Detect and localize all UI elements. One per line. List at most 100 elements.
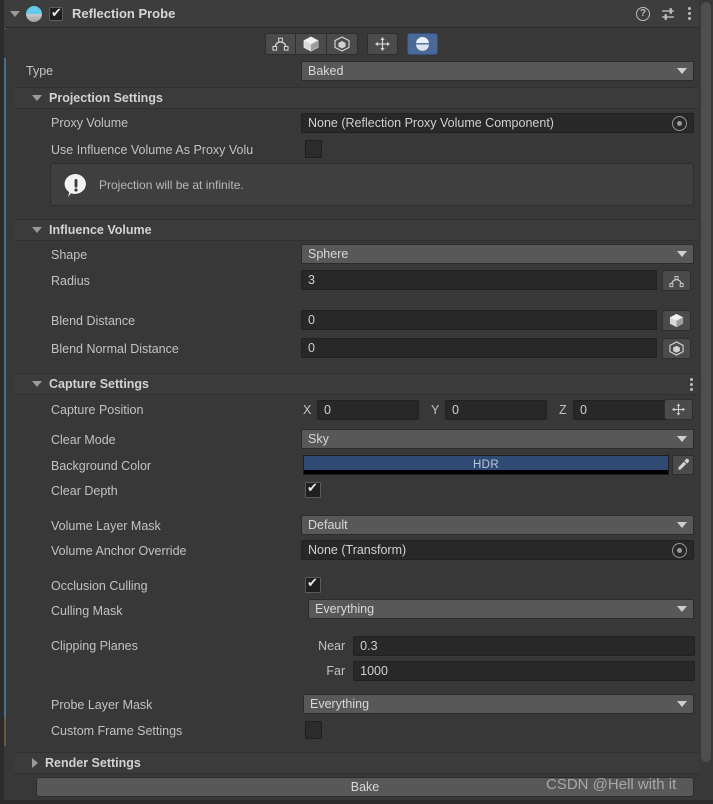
- proxy-volume-object-field[interactable]: None (Reflection Proxy Volume Component): [301, 113, 694, 133]
- blend-distance-gizmo-button-2[interactable]: [662, 310, 691, 331]
- shape-dropdown[interactable]: Sphere: [301, 244, 694, 264]
- capture-position-gizmo-button-2[interactable]: [664, 399, 693, 420]
- component-header[interactable]: Reflection Probe ?: [4, 0, 699, 28]
- influence-volume-title: Influence Volume: [49, 223, 152, 237]
- axis-z-label: Z: [559, 403, 567, 417]
- clear-mode-label: Clear Mode: [51, 433, 116, 447]
- blend-normal-distance-gizmo-button-2[interactable]: [662, 338, 691, 359]
- chevron-down-icon: [677, 251, 687, 257]
- probe-layer-mask-dropdown[interactable]: Everything: [303, 694, 694, 714]
- radius-value: 3: [308, 273, 315, 287]
- shape-dropdown-value: Sphere: [308, 247, 349, 261]
- axis-x-label: X: [303, 403, 312, 417]
- shape-label: Shape: [51, 248, 88, 262]
- gizmo-button-group: [265, 32, 358, 55]
- volume-layer-mask-dropdown[interactable]: Default: [301, 515, 694, 535]
- capture-position-label: Capture Position: [51, 403, 144, 417]
- occlusion-culling-checkbox[interactable]: [305, 575, 321, 593]
- blend-normal-distance-input[interactable]: 0: [301, 338, 657, 358]
- clipping-plane-near-group: Near 0.3: [300, 635, 695, 657]
- scrollbar-track[interactable]: [699, 0, 713, 804]
- capture-position-x-input[interactable]: 0: [317, 400, 419, 420]
- blend-distance-input[interactable]: 0: [301, 310, 657, 330]
- use-influence-as-proxy-checkbox[interactable]: [305, 140, 322, 158]
- info-exclamation-icon: [63, 172, 89, 198]
- volume-layer-mask-label: Volume Layer Mask: [51, 519, 161, 533]
- section-header-capture-settings[interactable]: Capture Settings: [14, 373, 699, 395]
- far-label: Far: [326, 664, 346, 678]
- object-picker-icon[interactable]: [672, 115, 687, 131]
- reflection-probe-inspector: Reflection Probe ?: [0, 0, 713, 804]
- header-icon-group: ?: [636, 6, 699, 21]
- clear-mode-value: Sky: [308, 432, 329, 446]
- clear-mode-dropdown[interactable]: Sky: [301, 429, 694, 449]
- clipping-far-value: 1000: [360, 664, 388, 678]
- blend-normal-distance-gizmo-button[interactable]: [327, 32, 358, 55]
- object-picker-icon-2[interactable]: [672, 542, 687, 558]
- capture-settings-title: Capture Settings: [49, 377, 150, 391]
- chevron-down-icon: [677, 701, 687, 707]
- capture-position-gizmo-button[interactable]: [367, 32, 398, 55]
- volume-anchor-override-label: Volume Anchor Override: [51, 544, 187, 558]
- blend-normal-distance-label: Blend Normal Distance: [51, 342, 179, 356]
- volume-anchor-override-object-field[interactable]: None (Transform): [301, 540, 694, 560]
- bake-button-label: Bake: [350, 780, 380, 794]
- occlusion-culling-label: Occlusion Culling: [51, 579, 148, 593]
- background-color-swatch[interactable]: HDR: [303, 455, 669, 475]
- capture-position-z-value: 0: [580, 403, 587, 417]
- type-dropdown-value: Baked: [308, 64, 344, 78]
- section-header-influence-volume[interactable]: Influence Volume: [14, 219, 699, 241]
- chevron-down-icon: [677, 606, 687, 612]
- chevron-down-icon[interactable]: [32, 95, 42, 101]
- projection-settings-title: Projection Settings: [49, 91, 163, 105]
- type-dropdown[interactable]: Baked: [301, 61, 694, 81]
- culling-mask-label: Culling Mask: [51, 604, 123, 618]
- capture-position-y-input[interactable]: 0: [445, 400, 547, 420]
- capture-position-x-value: 0: [324, 403, 331, 417]
- capture-position-y-value: 0: [452, 403, 459, 417]
- collapse-triangle-icon[interactable]: [10, 10, 20, 17]
- capture-position-z-input[interactable]: 0: [573, 400, 675, 420]
- capture-settings-menu-icon[interactable]: [689, 377, 693, 391]
- section-header-projection-settings[interactable]: Projection Settings: [14, 87, 699, 109]
- scrollbar-thumb[interactable]: [701, 2, 711, 762]
- near-label: Near: [318, 639, 346, 653]
- mirror-gizmo-button[interactable]: [407, 32, 438, 55]
- clipping-near-input[interactable]: 0.3: [353, 636, 695, 656]
- influence-volume-gizmo-button[interactable]: [265, 32, 296, 55]
- component-enabled-checkbox[interactable]: [49, 5, 63, 21]
- custom-frame-settings-checkbox[interactable]: [305, 721, 322, 739]
- help-icon[interactable]: ?: [636, 6, 650, 21]
- render-settings-accent-bar: [4, 718, 6, 746]
- more-menu-icon[interactable]: [687, 7, 691, 21]
- chevron-down-icon: [677, 68, 687, 74]
- radius-input[interactable]: 3: [301, 270, 657, 290]
- radius-label: Radius: [51, 274, 90, 288]
- blend-distance-gizmo-button[interactable]: [296, 32, 327, 55]
- clipping-near-value: 0.3: [360, 639, 378, 653]
- chevron-right-icon[interactable]: [32, 758, 38, 768]
- culling-mask-dropdown[interactable]: Everything: [308, 599, 694, 619]
- capture-position-vector3: X 0 Y 0 Z 0: [303, 399, 695, 421]
- custom-frame-settings-label: Custom Frame Settings: [51, 724, 183, 738]
- chevron-down-icon[interactable]: [32, 381, 42, 387]
- clear-depth-label: Clear Depth: [51, 484, 118, 498]
- volume-layer-mask-value: Default: [308, 518, 348, 532]
- probe-layer-mask-value: Everything: [310, 697, 370, 711]
- preset-icon[interactable]: [661, 7, 676, 21]
- section-header-render-settings[interactable]: Render Settings: [14, 752, 699, 774]
- volume-anchor-override-value: None (Transform): [308, 543, 407, 557]
- radius-gizmo-button[interactable]: [662, 270, 691, 291]
- culling-mask-value: Everything: [315, 602, 375, 616]
- occlusion-culling-row: Occlusion Culling: [14, 575, 699, 597]
- use-influence-as-proxy-label: Use Influence Volume As Proxy Volu: [51, 143, 254, 157]
- eyedropper-icon[interactable]: [672, 455, 694, 475]
- chevron-down-icon[interactable]: [32, 227, 42, 233]
- clipping-plane-far-group: Far 1000: [300, 660, 695, 682]
- bake-button[interactable]: Bake: [36, 777, 694, 797]
- component-accent-bar: [4, 28, 6, 718]
- projection-info-text: Projection will be at infinite.: [99, 177, 244, 192]
- clear-depth-checkbox[interactable]: [305, 480, 321, 498]
- clipping-planes-label: Clipping Planes: [51, 639, 138, 653]
- clipping-far-input[interactable]: 1000: [353, 661, 695, 681]
